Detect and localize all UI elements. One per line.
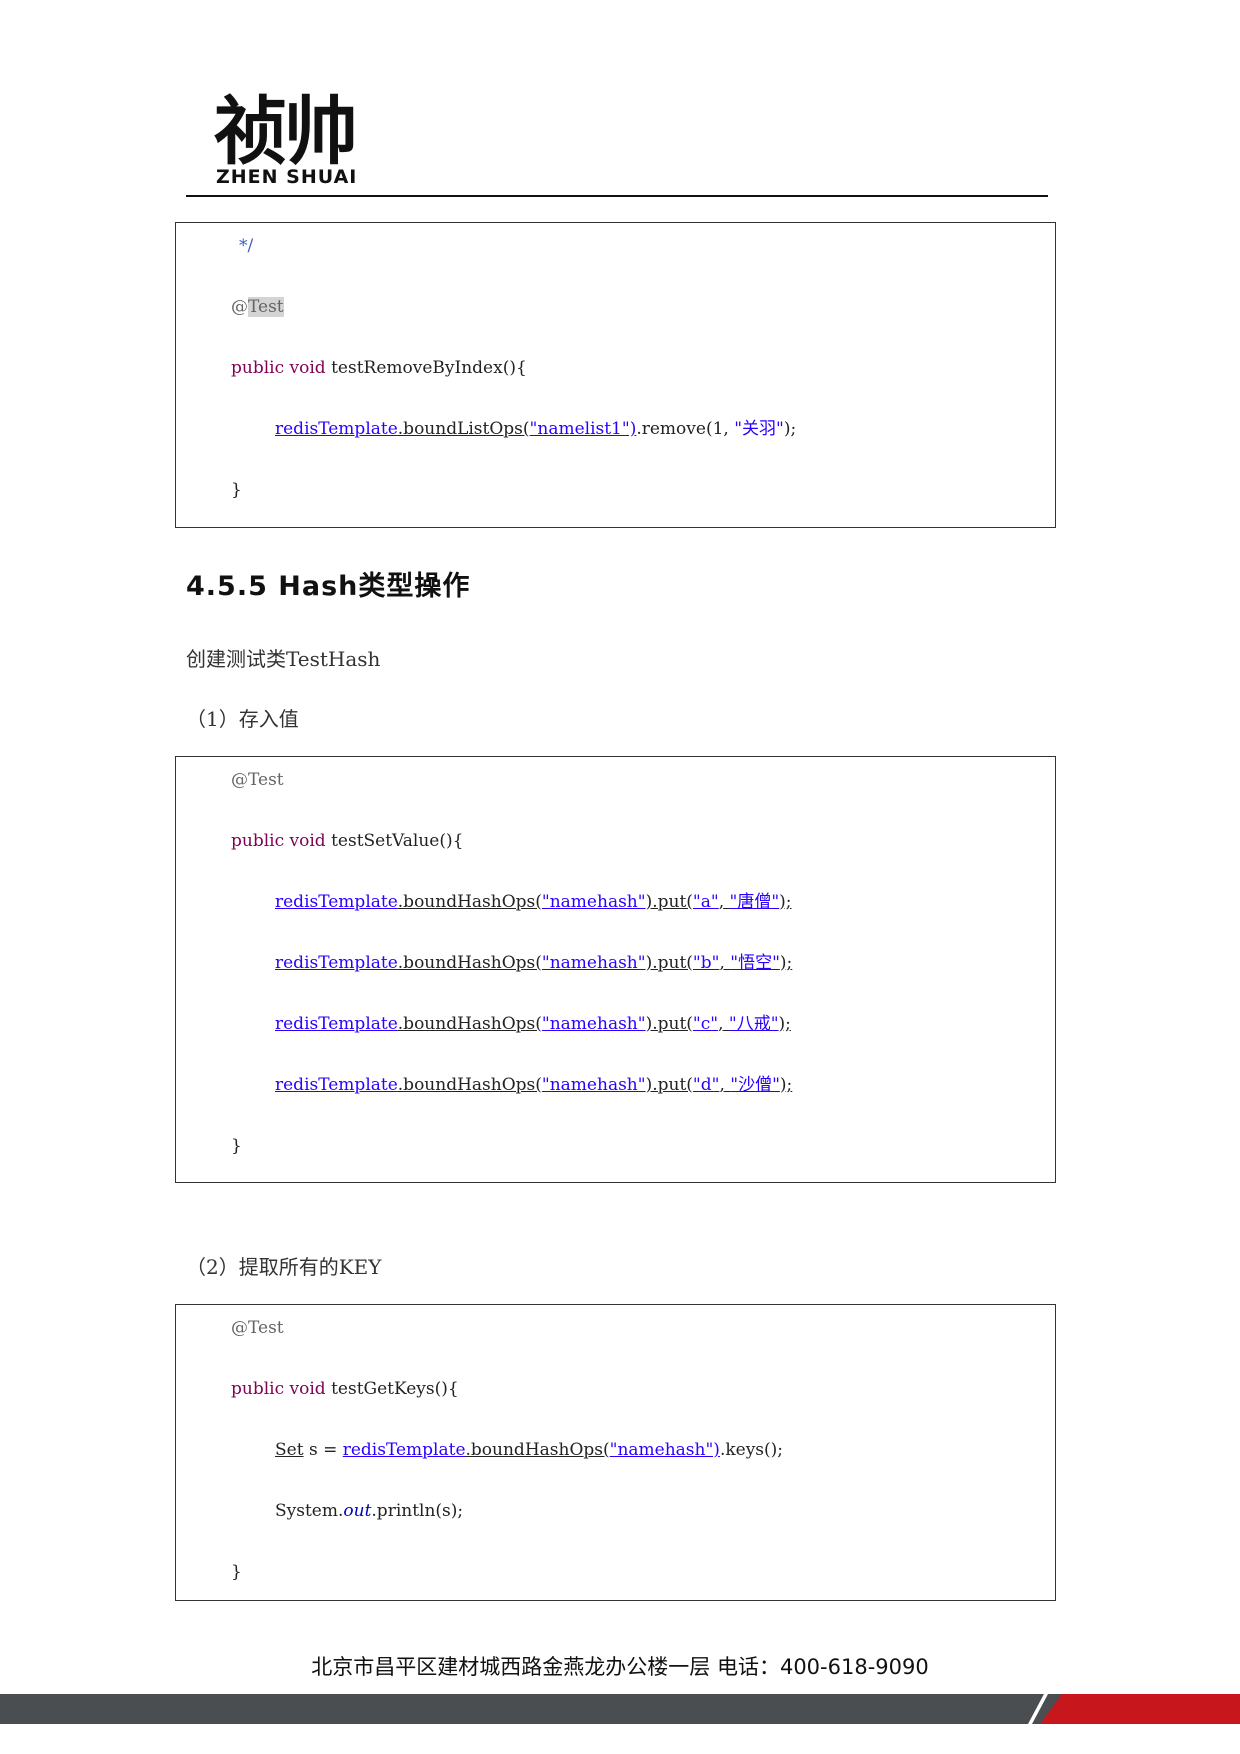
code-method-signature: public void testRemoveByIndex(){ <box>231 358 527 378</box>
intro-paragraph: 创建测试类TestHash <box>186 647 381 671</box>
code-comment-end: */ <box>239 236 254 256</box>
code-statement: System.out.println(s); <box>275 1501 464 1521</box>
code-statement: redisTemplate.boundHashOps("namehash").p… <box>275 953 793 973</box>
code-statement: redisTemplate.boundListOps("namelist1").… <box>275 419 797 439</box>
code-close-brace: } <box>231 1562 242 1582</box>
code-method-signature: public void testSetValue(){ <box>231 831 464 851</box>
company-logo: 祯帅 ZHEN SHUAI <box>214 92 414 192</box>
header-divider <box>186 195 1048 197</box>
logo-chinese-text: 祯帅 <box>214 89 358 175</box>
section-heading: 4.5.5 Hash类型操作 <box>186 571 471 602</box>
step-2-label: （2）提取所有的KEY <box>186 1255 382 1279</box>
code-annotation: @Test <box>231 770 284 790</box>
code-statement: redisTemplate.boundHashOps("namehash").p… <box>275 1014 791 1034</box>
code-statement: redisTemplate.boundHashOps("namehash").p… <box>275 892 792 912</box>
step-1-label: （1）存入值 <box>186 707 299 731</box>
code-close-brace: } <box>231 480 242 500</box>
footer-address: 北京市昌平区建材城西路金燕龙办公楼一层 电话：400-618-9090 <box>311 1655 929 1679</box>
code-block-set-value: @Test public void testSetValue(){ redisT… <box>175 756 1056 1183</box>
footer-accent-stripe <box>1040 1694 1240 1724</box>
code-block-remove-by-index: */ @Test public void testRemoveByIndex()… <box>175 222 1056 528</box>
code-statement: redisTemplate.boundHashOps("namehash").p… <box>275 1075 793 1095</box>
code-block-get-keys: @Test public void testGetKeys(){ Set s =… <box>175 1304 1056 1601</box>
code-annotation: @Test <box>231 1318 284 1338</box>
logo-english-text: ZHEN SHUAI <box>216 166 358 188</box>
code-close-brace: } <box>231 1136 242 1156</box>
code-method-signature: public void testGetKeys(){ <box>231 1379 459 1399</box>
code-annotation: @Test <box>231 297 284 317</box>
code-statement: Set s = redisTemplate.boundHashOps("name… <box>275 1440 784 1460</box>
